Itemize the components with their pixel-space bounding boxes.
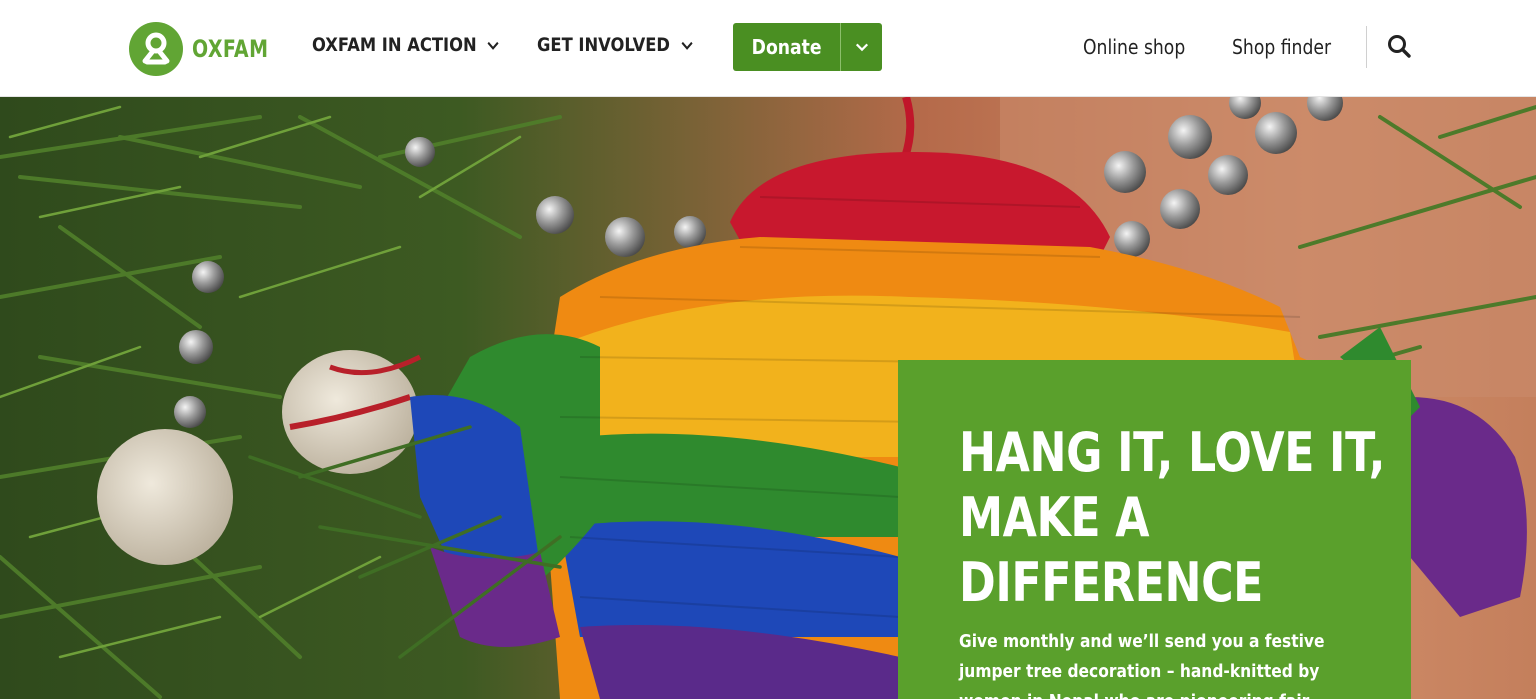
donate-button[interactable]: Donate xyxy=(733,23,840,71)
logo-text: OXFAM xyxy=(192,35,269,63)
donate-button-group: Donate xyxy=(733,23,882,71)
shop-finder-link[interactable]: Shop finder xyxy=(1232,35,1331,59)
nav-label: OXFAM IN ACTION xyxy=(312,34,477,56)
chevron-down-icon xyxy=(855,43,868,52)
promo-headline: HANG IT, LOVE IT, MAKE A DIFFERENCE xyxy=(959,421,1386,614)
nav-get-involved[interactable]: GET INVOLVED xyxy=(537,34,693,56)
search-icon xyxy=(1388,35,1411,58)
nav-oxfam-in-action[interactable]: OXFAM IN ACTION xyxy=(312,34,500,56)
header-divider xyxy=(1366,26,1367,68)
chevron-down-icon xyxy=(487,41,499,50)
promo-body: Give monthly and we’ll send you a festiv… xyxy=(959,631,1325,699)
oxfam-logo-icon xyxy=(129,22,183,76)
online-shop-link[interactable]: Online shop xyxy=(1083,35,1185,59)
donate-dropdown-toggle[interactable] xyxy=(840,23,882,71)
nav-label: GET INVOLVED xyxy=(537,34,670,56)
promo-panel: HANG IT, LOVE IT, MAKE A DIFFERENCE Give… xyxy=(898,360,1411,699)
site-header: OXFAM OXFAM IN ACTION GET INVOLVED Donat… xyxy=(0,0,1536,97)
hero-banner: HANG IT, LOVE IT, MAKE A DIFFERENCE Give… xyxy=(0,97,1536,699)
oxfam-logo[interactable]: OXFAM xyxy=(129,22,279,76)
search-button[interactable] xyxy=(1385,33,1413,61)
chevron-down-icon xyxy=(681,41,693,50)
donate-label: Donate xyxy=(751,35,822,59)
